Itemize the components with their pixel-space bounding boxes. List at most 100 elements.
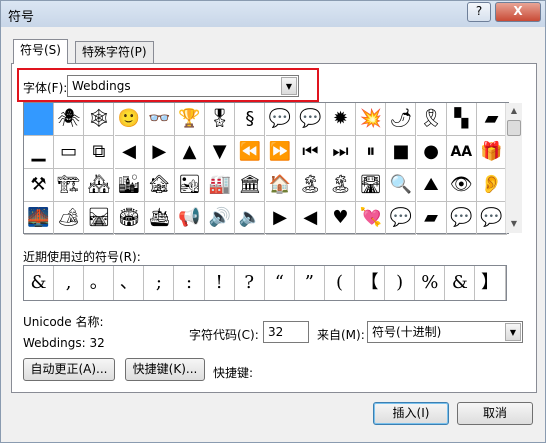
help-button[interactable]: ? (467, 2, 491, 22)
symbol-cell[interactable]: 🏕 (54, 202, 85, 235)
symbol-cell[interactable]: 🏭 (205, 169, 236, 202)
shortcut-key-button[interactable]: 快捷键(K)... (125, 358, 205, 381)
symbol-cell[interactable]: 🎗 (416, 103, 447, 136)
recent-symbol-cell[interactable]: 、 (114, 266, 145, 300)
recent-symbol-cell[interactable]: , (54, 266, 85, 300)
symbol-cell[interactable]: 🌉 (24, 202, 54, 235)
symbol-cell[interactable]: 🏝 (326, 169, 356, 202)
symbol-cell[interactable]: 🌶 (386, 103, 417, 136)
symbol-cell[interactable]: 🏛 (235, 169, 266, 202)
recent-symbol-cell[interactable]: & (24, 266, 54, 300)
symbol-cell[interactable]: 🏟 (114, 202, 145, 235)
symbol-cell[interactable]: ▭ (54, 136, 85, 169)
tab-special-characters[interactable]: 特殊字符(P) (75, 41, 154, 63)
recent-symbol-cell[interactable]: : (175, 266, 205, 300)
symbol-cell[interactable]: ▼ (205, 136, 236, 169)
symbol-cell[interactable]: 💥 (356, 103, 387, 136)
symbol-cell[interactable]: 🛤 (84, 202, 115, 235)
from-select[interactable]: 符号(十进制) ▼ (367, 321, 523, 343)
symbol-cell[interactable]: ◀ (114, 136, 145, 169)
symbol-cell[interactable]: ▶ (144, 136, 175, 169)
symbol-cell[interactable]: 🏠 (265, 169, 296, 202)
symbol-cell[interactable]: 💬 (295, 103, 326, 136)
symbol-cell[interactable]: 👁 (446, 169, 477, 202)
symbol-cell[interactable]: ⏭ (326, 136, 356, 169)
recent-symbol-cell[interactable]: & (445, 266, 476, 300)
tab-symbols[interactable]: 符号(S) (13, 39, 68, 64)
symbol-cell[interactable]: ▶ (265, 202, 296, 235)
symbol-cell[interactable]: 🛳 (144, 202, 175, 235)
symbol-cell[interactable]: ⏩ (265, 136, 296, 169)
recent-symbol-cell[interactable]: 】 (476, 266, 506, 300)
recent-symbol-cell[interactable]: 。 (84, 266, 115, 300)
symbol-cell[interactable]: 📢 (175, 202, 205, 235)
symbol-cell[interactable]: 🔊 (205, 202, 236, 235)
symbol-cell[interactable]: 💬 (386, 202, 417, 235)
symbol-cell[interactable]: ♥ (326, 202, 356, 235)
chevron-down-icon[interactable]: ▼ (505, 323, 521, 341)
symbol-cell[interactable]: AA (446, 136, 477, 169)
symbol-cell[interactable]: 🔍 (386, 169, 417, 202)
recent-symbol-cell[interactable]: ! (205, 266, 235, 300)
symbol-cell[interactable]: 💬 (265, 103, 296, 136)
recent-symbol-cell[interactable]: 【 (355, 266, 386, 300)
recent-symbol-cell[interactable]: ; (144, 266, 175, 300)
symbol-cell[interactable]: 🏜 (175, 169, 205, 202)
symbol-cell[interactable]: ▰ (477, 103, 507, 136)
symbol-cell[interactable]: 🎁 (477, 136, 507, 169)
symbol-cell[interactable]: 🎖 (205, 103, 236, 136)
symbol-cell[interactable]: ✹ (326, 103, 356, 136)
symbol-cell[interactable]: 🏙 (114, 169, 145, 202)
symbol-cell[interactable]: 💬 (446, 202, 477, 235)
symbol-cell[interactable]: 🔈 (235, 202, 266, 235)
symbol-cell[interactable]: ● (416, 136, 447, 169)
recent-symbol-cell[interactable]: ” (295, 266, 325, 300)
symbol-cell[interactable]: 🛣 (356, 169, 387, 202)
symbol-cell[interactable]: 🏗 (54, 169, 85, 202)
symbol-cell[interactable]: ⏮ (295, 136, 326, 169)
symbol-cell[interactable]: 👓 (144, 103, 175, 136)
scroll-up-icon[interactable]: ▲ (506, 103, 522, 119)
symbol-cell[interactable]: 💬 (477, 202, 507, 235)
dialog-title: 符号 (8, 10, 35, 25)
symbol-cell[interactable]: ⚒ (24, 169, 54, 202)
symbol-cell[interactable]: ◀ (295, 202, 326, 235)
symbol-cell[interactable]: 🏚 (144, 169, 175, 202)
symbol-cell[interactable]: ▲ (175, 136, 205, 169)
recent-symbol-cell[interactable]: ) (385, 266, 416, 300)
symbol-grid-scrollbar[interactable]: ▲ ▼ (505, 103, 522, 233)
recent-symbol-cell[interactable]: ( (325, 266, 355, 300)
title-bar: 符号 ? X (1, 1, 545, 27)
symbol-cell[interactable]: 🕷 (54, 103, 85, 136)
symbol-cell[interactable]: ▰ (416, 202, 447, 235)
symbol-cell[interactable]: 🙂 (114, 103, 145, 136)
autocorrect-button[interactable]: 自动更正(A)... (23, 358, 115, 381)
symbol-cell[interactable]: ▁ (24, 136, 54, 169)
insert-button[interactable]: 插入(I) (373, 402, 449, 425)
symbol-cell[interactable]: 💘 (356, 202, 387, 235)
symbol-cell[interactable] (24, 103, 54, 136)
symbol-cell[interactable]: ⛰ (416, 169, 447, 202)
symbol-cell[interactable]: 🕸 (84, 103, 115, 136)
recent-symbol-cell[interactable]: % (415, 266, 446, 300)
cancel-button[interactable]: 取消 (457, 402, 533, 425)
from-value: 符号(十进制) (372, 325, 442, 339)
symbol-cell[interactable]: ⧉ (84, 136, 115, 169)
symbol-cell[interactable]: 🏝 (295, 169, 326, 202)
scroll-thumb[interactable] (507, 120, 521, 136)
recent-symbol-cell[interactable]: ? (235, 266, 265, 300)
shortcut-label: 快捷键: (213, 366, 254, 380)
character-name: Webdings: 32 (23, 336, 105, 350)
symbol-cell[interactable]: ■ (386, 136, 417, 169)
scroll-down-icon[interactable]: ▼ (506, 216, 522, 232)
close-button[interactable]: X (495, 2, 541, 22)
char-code-input[interactable]: 32 (263, 321, 309, 343)
symbol-cell[interactable]: 👂 (477, 169, 507, 202)
symbol-cell[interactable]: 🏆 (175, 103, 205, 136)
recent-symbol-cell[interactable]: “ (265, 266, 295, 300)
symbol-cell[interactable]: ⏸ (356, 136, 387, 169)
symbol-cell[interactable]: ⏪ (235, 136, 266, 169)
symbol-cell[interactable]: ▚ (446, 103, 477, 136)
symbol-cell[interactable]: § (235, 103, 266, 136)
symbol-cell[interactable]: 🏘 (84, 169, 115, 202)
